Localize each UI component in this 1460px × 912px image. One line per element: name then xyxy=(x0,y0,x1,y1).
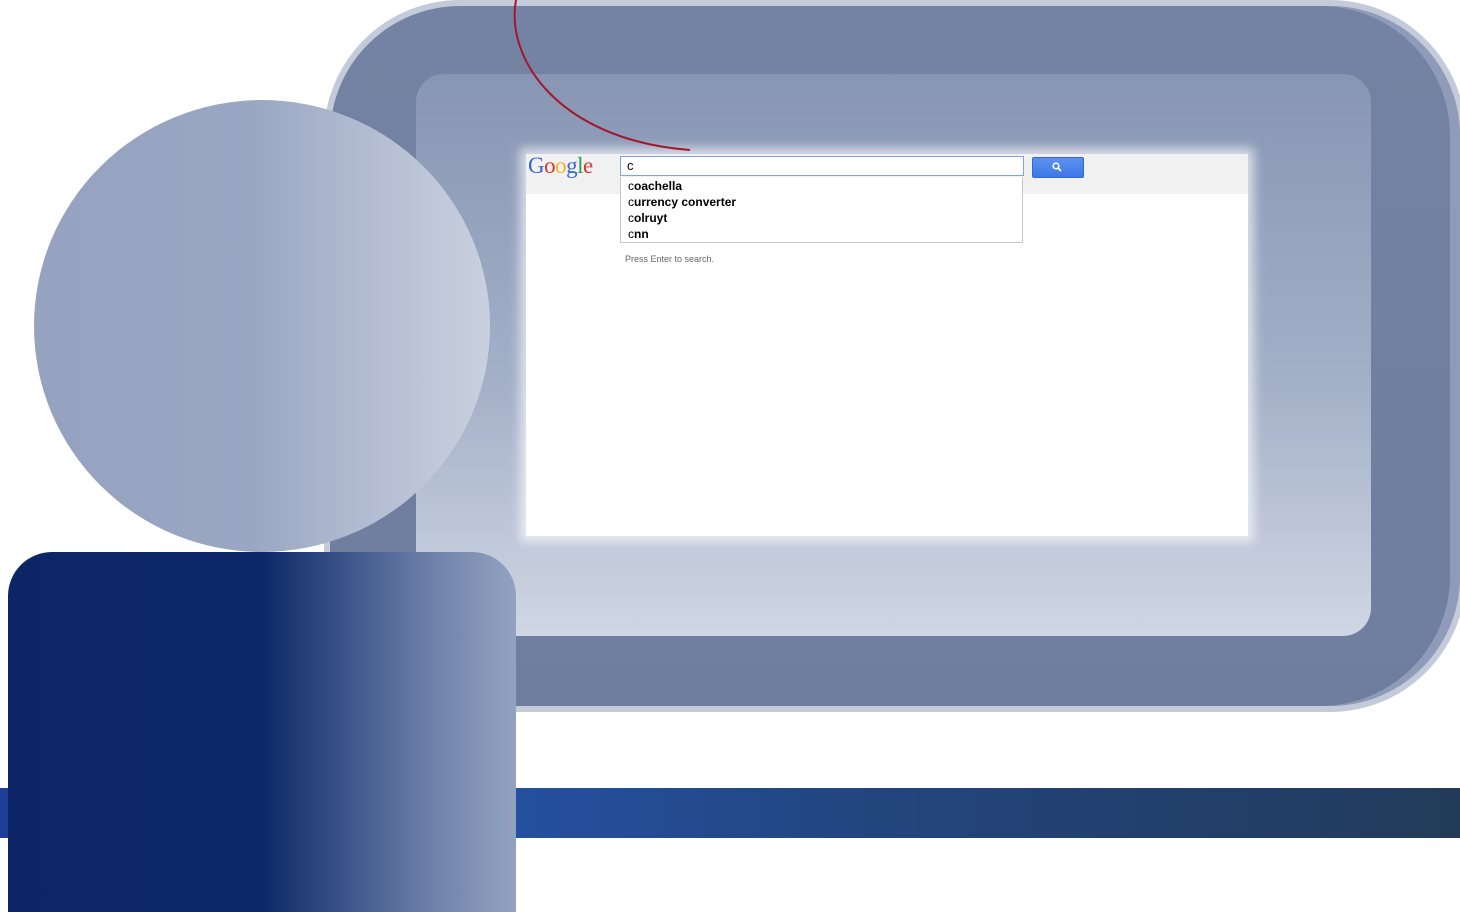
person-head xyxy=(34,100,490,552)
person-body xyxy=(8,552,516,912)
